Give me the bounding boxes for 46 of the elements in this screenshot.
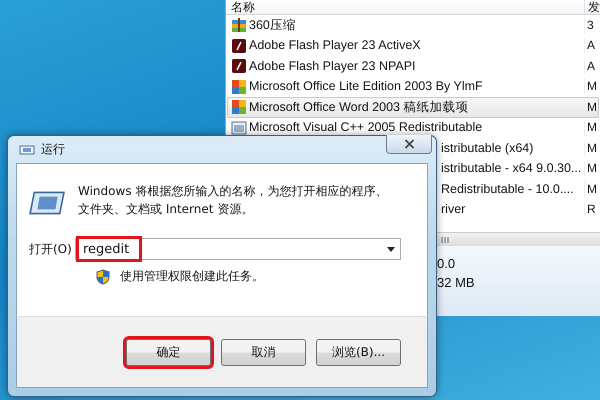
shield-icon [96,268,110,284]
archive-icon [231,17,247,34]
admin-note: 使用管理权限创建此任务。 [120,268,264,285]
run-icon [19,144,35,156]
publisher-cell: M [584,161,598,176]
dialog-description: Windows 将根据您所输入的名称，为您打开相应的程序、文件夹、文档或 Internet 资源。 [78,183,388,218]
dialog-button[interactable]: 浏览(B)... [316,338,401,366]
office-icon [231,78,247,95]
grip-icon [441,236,449,244]
flash-icon [231,38,247,54]
close-button[interactable] [386,135,432,154]
office-icon [231,99,247,116]
field-label: 打开(O) [29,240,73,258]
program-name: Microsoft Office Word 2003 稿纸加载项 [249,100,468,115]
program-name: Microsoft Office Lite Edition 2003 By YlmF [249,79,483,94]
program-name: Adobe Flash Player 23 ActiveX [249,38,421,54]
program-name: Microsoft Visual C++ 2005 Redistributable [249,120,482,136]
column-header[interactable]: 发 [585,0,600,14]
window-title: 运行 [41,141,65,158]
publisher-cell: R [584,202,598,218]
column-header[interactable]: 名称 [226,0,585,14]
program-name: Adobe Flash Player 23 NPAPI [249,58,416,74]
publisher-cell: M [584,140,598,156]
publisher-cell: M [584,79,598,94]
dropdown-arrow-icon[interactable] [387,246,395,252]
program-name: 360压缩 [249,18,296,33]
detail-text: 32 MB [437,275,476,290]
selected-row[interactable]: Microsoft Office Word 2003 稿纸加载项 M [227,97,599,118]
publisher-cell: A [584,38,598,54]
publisher-cell: A [584,58,598,74]
publisher-cell: M [584,120,598,136]
flash-icon [231,58,247,74]
detail-text: 0.0 [437,256,456,271]
dialog-button[interactable]: 取消 [221,338,306,366]
command-combo-box[interactable]: regedit [75,238,401,260]
field-value: regedit [76,236,142,262]
program-name: Redistributable - 10.0.... [441,182,574,197]
publisher-cell: 3 [584,18,598,33]
close-icon [404,139,414,149]
program-name: river [441,202,466,218]
run-icon [29,190,65,216]
program-name: istributable (x64) [441,140,534,156]
publisher-cell: M [584,182,598,197]
installer-icon [231,120,247,136]
program-name: istributable - x64 9.0.30... [441,161,582,176]
publisher-cell: M [584,100,598,115]
